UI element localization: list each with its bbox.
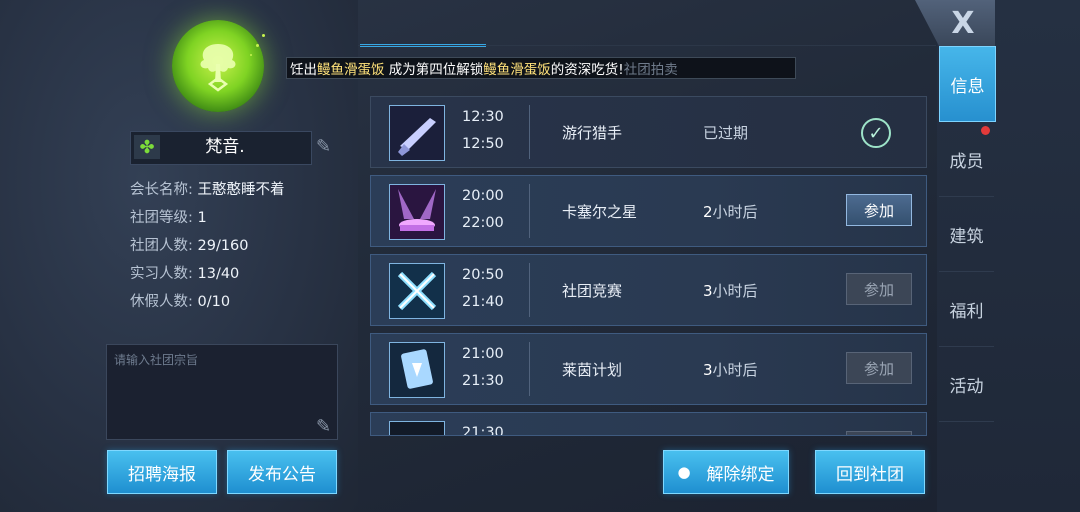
ticker-dish1: 鳗鱼滑蛋饭: [317, 62, 385, 78]
members-label: 社团人数:: [130, 238, 193, 254]
status-unit: 小时后: [712, 282, 758, 300]
back-to-club-button[interactable]: 回到社团: [815, 450, 925, 494]
tab-info[interactable]: 信息: [939, 46, 996, 122]
event-name: 卡塞尔之星: [562, 203, 638, 221]
status-unit: 小时后: [712, 203, 758, 221]
row-divider: [529, 263, 530, 317]
event-start-time: 21:00: [462, 346, 504, 362]
tab-buildings[interactable]: 建筑: [939, 197, 994, 272]
ticker-faded: 社团拍卖: [623, 62, 678, 78]
event-end-time: 22:00: [462, 215, 504, 231]
join-button-disabled[interactable]: [846, 431, 912, 435]
event-status: 3小时后: [703, 359, 758, 380]
event-row-partial[interactable]: 21:30: [370, 412, 927, 436]
level-value: 1: [197, 210, 207, 226]
ticker-part2: 成为第四位解锁: [388, 62, 484, 78]
edit-motto-pencil-icon[interactable]: ✎: [316, 416, 331, 437]
completed-check-icon: ✓: [861, 118, 891, 148]
event-name: 社团竞赛: [562, 282, 623, 300]
status-number: 2: [703, 203, 713, 221]
notification-dot: [981, 126, 990, 135]
vacation-value: 0/10: [197, 294, 231, 310]
vacation-label: 休假人数:: [130, 294, 193, 310]
event-start-time: 20:50: [462, 267, 504, 283]
tree-emblem-icon: [200, 44, 236, 92]
event-start-time: 21:30: [462, 425, 504, 436]
members-value: 29/160: [197, 238, 249, 254]
event-row[interactable]: 20:50 21:40 社团竞赛 3小时后 参加: [370, 254, 927, 326]
event-status: 已过期: [703, 124, 749, 142]
event-row[interactable]: 12:30 12:50 游行猎手 已过期 ✓: [370, 96, 927, 168]
ticker-text: 饪出鳗鱼滑蛋饭 成为第四位解锁鳗鱼滑蛋饭的资深吃货!社团拍卖: [290, 58, 678, 78]
stage-icon: [389, 184, 445, 240]
status-number: 3: [703, 282, 713, 300]
event-name: 莱茵计划: [562, 361, 623, 379]
ticker-part3: 的资深吃货!: [550, 62, 624, 78]
ticker-dish2: 鳗鱼滑蛋饭: [483, 62, 551, 78]
tab-activities[interactable]: 活动: [939, 347, 994, 422]
recruit-poster-button[interactable]: 招聘海报: [107, 450, 217, 494]
interns-label: 实习人数:: [130, 266, 193, 282]
shotgun-icon: [389, 105, 445, 161]
crossed-swords-icon: [389, 263, 445, 319]
join-button-disabled[interactable]: 参加: [846, 352, 912, 384]
club-emblem: [172, 20, 265, 112]
edit-name-pencil-icon[interactable]: ✎: [316, 136, 331, 157]
ticker-part1: 饪出: [290, 62, 317, 78]
join-button[interactable]: 参加: [846, 194, 912, 226]
event-start-time: 12:30: [462, 109, 504, 125]
event-row[interactable]: 20:00 22:00 卡塞尔之星 2小时后 参加: [370, 175, 927, 247]
unbind-button[interactable]: ● 解除绑定: [663, 450, 789, 494]
members-row: 社团人数: 29/160: [130, 234, 249, 255]
leader-label: 会长名称:: [130, 182, 193, 198]
vacation-row: 休假人数: 0/10: [130, 290, 230, 311]
leader-value: 王憨憨睡不着: [197, 182, 285, 198]
close-button[interactable]: X: [915, 0, 995, 46]
event-name: 游行猎手: [562, 124, 623, 142]
row-divider: [529, 105, 530, 159]
club-name: 梵音.: [205, 137, 245, 157]
interns-value: 13/40: [197, 266, 240, 282]
interns-row: 实习人数: 13/40: [130, 262, 239, 283]
join-button-disabled[interactable]: 参加: [846, 273, 912, 305]
card-icon: [389, 342, 445, 398]
clover-icon: ✤: [134, 135, 160, 159]
status-unit: 小时后: [712, 361, 758, 379]
row-divider: [529, 184, 530, 238]
event-status: 2小时后: [703, 201, 758, 222]
leader-row: 会长名称: 王憨憨睡不着: [130, 178, 285, 199]
event-status: 3小时后: [703, 280, 758, 301]
event-end-time: 21:30: [462, 373, 504, 389]
event-end-time: 12:50: [462, 136, 504, 152]
event-thumbnail: [389, 421, 445, 435]
event-row[interactable]: 21:00 21:30 莱茵计划 3小时后 参加: [370, 333, 927, 405]
row-divider: [529, 342, 530, 396]
event-end-time: 21:40: [462, 294, 504, 310]
user-icon: ●: [677, 463, 691, 481]
event-start-time: 20:00: [462, 188, 504, 204]
level-row: 社团等级: 1: [130, 206, 207, 227]
tab-welfare[interactable]: 福利: [939, 272, 994, 347]
motto-placeholder: 请输入社团宗旨: [114, 353, 199, 367]
publish-notice-button[interactable]: 发布公告: [227, 450, 337, 494]
status-number: 3: [703, 361, 713, 379]
level-label: 社团等级:: [130, 210, 193, 226]
unbind-label: 解除绑定: [706, 464, 775, 485]
